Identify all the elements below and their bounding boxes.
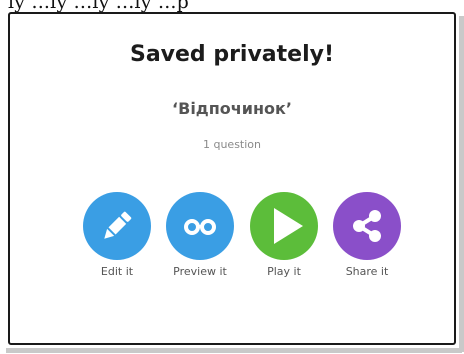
pencil-icon (104, 211, 132, 239)
quiz-name: ‘Відпочинок’ (172, 99, 292, 118)
share-icon (353, 210, 381, 242)
glasses-icon (184, 219, 216, 235)
dialog-shadow (459, 16, 464, 352)
play-button[interactable]: Play it (244, 192, 324, 278)
play-circle[interactable] (250, 192, 318, 260)
preview-circle[interactable] (166, 192, 234, 260)
edit-label[interactable]: Edit it (77, 265, 157, 278)
background-content: ly ...ly ...ly ...ly ...p (0, 0, 464, 12)
background-text: ly ...ly ...ly ...ly ...p (8, 0, 190, 12)
dialog-shadow (6, 348, 462, 353)
share-button[interactable]: Share it (327, 192, 407, 278)
page: ly ...ly ...ly ...ly ...p Saved privatel… (0, 0, 464, 354)
dialog-title: Saved privately! (129, 42, 335, 67)
preview-label[interactable]: Preview it (160, 265, 240, 278)
preview-button[interactable]: Preview it (160, 192, 240, 278)
play-icon (274, 208, 303, 244)
action-buttons: Edit it Preview it Play it Share it (10, 192, 454, 282)
question-count: 1 question (202, 138, 262, 151)
share-circle[interactable] (333, 192, 401, 260)
play-label[interactable]: Play it (244, 265, 324, 278)
share-label[interactable]: Share it (327, 265, 407, 278)
edit-circle[interactable] (83, 192, 151, 260)
saved-dialog: Saved privately! ‘Відпочинок’ 1 question… (8, 12, 456, 345)
edit-button[interactable]: Edit it (77, 192, 157, 278)
